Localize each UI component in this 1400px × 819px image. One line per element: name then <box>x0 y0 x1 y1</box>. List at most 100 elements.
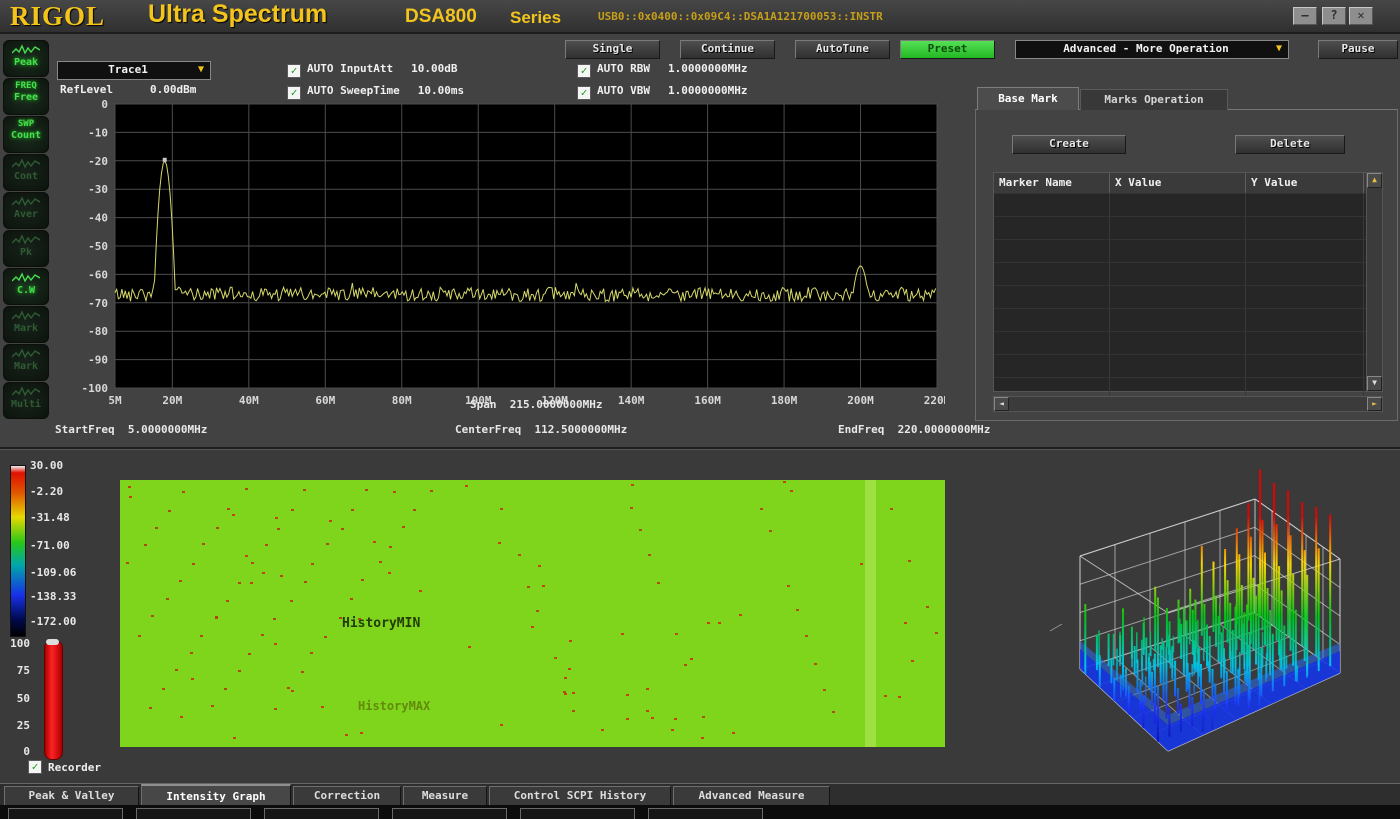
table-cell <box>1110 309 1246 331</box>
tab-marks-operation[interactable]: Marks Operation <box>1080 89 1228 110</box>
usb-resource-string: USB0::0x0400::0x09C4::DSA1A121700053::IN… <box>598 10 883 23</box>
marker-table-vscrollbar[interactable]: ▲ ▼ <box>1366 172 1383 392</box>
close-icon[interactable]: ✕ <box>1349 7 1373 25</box>
bottom-button-4[interactable] <box>520 808 635 819</box>
advanced-operation-dropdown[interactable]: ▼ Advanced - More Operation <box>1015 40 1289 59</box>
scale-label: -71.00 <box>30 539 70 552</box>
pause-button[interactable]: Pause <box>1318 40 1398 59</box>
minimize-icon[interactable]: — <box>1293 7 1317 25</box>
slider-tick-label: 25 <box>6 719 30 732</box>
marker-table: Marker NameX ValueY Value <box>993 172 1367 392</box>
tab-measure[interactable]: Measure <box>403 786 487 807</box>
scroll-down-icon[interactable]: ▼ <box>1367 376 1382 391</box>
table-row[interactable] <box>994 331 1366 354</box>
autotune-button[interactable]: AutoTune <box>795 40 890 59</box>
bottom-button-0[interactable] <box>8 808 123 819</box>
scroll-right-icon[interactable]: ► <box>1367 397 1382 411</box>
scale-label: 30.00 <box>30 459 63 472</box>
svg-text:180M: 180M <box>771 394 798 407</box>
sidebar-item-mark-8[interactable]: Mark <box>3 344 49 381</box>
waveform-icon <box>12 196 40 209</box>
sidebar-item-pk-5[interactable]: Pk <box>3 230 49 267</box>
slider-tick-label: 50 <box>6 692 30 705</box>
sidebar-item-top: FREQ <box>4 81 48 92</box>
bottom-button-row <box>0 805 1400 819</box>
single-button[interactable]: Single <box>565 40 660 59</box>
setting-label: AUTO RBW <box>597 62 650 75</box>
intensity-graph[interactable]: HistoryMINHistoryMAX <box>120 480 945 747</box>
tab-base-mark[interactable]: Base Mark <box>977 87 1079 110</box>
tab-control-scpi-history[interactable]: Control SCPI History <box>489 786 671 807</box>
table-row[interactable] <box>994 262 1366 285</box>
column-header-x-value: X Value <box>1110 173 1246 193</box>
intensity-section: 30.00-2.20-31.48-71.00-109.06-138.33-172… <box>0 447 1400 785</box>
table-cell <box>1246 263 1364 285</box>
table-cell <box>1110 332 1246 354</box>
scroll-up-icon[interactable]: ▲ <box>1367 173 1382 188</box>
trace-select[interactable]: ▼ Trace1 <box>57 61 211 80</box>
marker-table-header: Marker NameX ValueY Value <box>994 173 1366 193</box>
table-cell <box>1246 240 1364 262</box>
waveform-icon <box>12 310 40 323</box>
tab-advanced-measure[interactable]: Advanced Measure <box>673 786 830 807</box>
bottom-button-5[interactable] <box>648 808 763 819</box>
table-cell <box>1110 240 1246 262</box>
svg-text:200M: 200M <box>847 394 874 407</box>
table-cell <box>994 355 1110 377</box>
scale-label: -109.06 <box>30 566 76 579</box>
recorder-label: Recorder <box>48 761 101 774</box>
scale-label: -172.00 <box>30 615 76 628</box>
column-header-marker-name: Marker Name <box>994 173 1110 193</box>
sidebar-item-mark-7[interactable]: Mark <box>3 306 49 343</box>
tab-peak-valley[interactable]: Peak & Valley <box>4 786 139 807</box>
table-row[interactable] <box>994 193 1366 216</box>
table-cell <box>1110 217 1246 239</box>
sidebar-item-aver-4[interactable]: Aver <box>3 192 49 229</box>
start-freq-readout: StartFreq 5.0000000MHz <box>55 423 207 436</box>
bottom-button-2[interactable] <box>264 808 379 819</box>
titlebar: RIGOL Ultra Spectrum DSA800 Series USB0:… <box>0 0 1400 34</box>
table-row[interactable] <box>994 239 1366 262</box>
column-header-y-value: Y Value <box>1246 173 1364 193</box>
setting-value: 10.00dB <box>411 62 457 75</box>
delete-marker-button[interactable]: Delete <box>1235 135 1345 154</box>
table-row[interactable] <box>994 354 1366 377</box>
table-cell <box>994 217 1110 239</box>
table-row[interactable] <box>994 308 1366 331</box>
bottom-button-3[interactable] <box>392 808 507 819</box>
chevron-down-icon: ▼ <box>1276 41 1282 57</box>
sidebar-item-c-w-6[interactable]: C.W <box>3 268 49 305</box>
svg-text:-80: -80 <box>88 325 108 338</box>
table-row[interactable] <box>994 216 1366 239</box>
continue-button[interactable]: Continue <box>680 40 775 59</box>
bottom-button-1[interactable] <box>136 808 251 819</box>
sidebar-item-multi-9[interactable]: Multi <box>3 382 49 419</box>
scroll-left-icon[interactable]: ◄ <box>994 397 1009 411</box>
help-icon[interactable]: ? <box>1322 7 1346 25</box>
recorder-checkbox[interactable]: ✓ <box>28 760 42 774</box>
svg-text:-70: -70 <box>88 297 108 310</box>
auto-rbw-checkbox[interactable]: ✓ <box>577 64 591 78</box>
sidebar-item-label: Count <box>4 130 48 142</box>
sidebar-item-count-2[interactable]: SWPCount <box>3 116 49 153</box>
slider-handle[interactable] <box>46 639 59 645</box>
tab-correction[interactable]: Correction <box>293 786 401 807</box>
waterfall-3d-plot[interactable] <box>1010 461 1400 771</box>
svg-text:-90: -90 <box>88 354 108 367</box>
auto-inputatt-checkbox[interactable]: ✓ <box>287 64 301 78</box>
svg-text:60M: 60M <box>315 394 335 407</box>
sidebar-item-cont-3[interactable]: Cont <box>3 154 49 191</box>
table-cell <box>1246 286 1364 308</box>
preset-button[interactable]: Preset <box>900 40 995 59</box>
setting-value: 1.0000000MHz <box>668 62 747 75</box>
intensity-slider[interactable] <box>44 640 63 760</box>
sidebar-item-label: Multi <box>4 399 48 411</box>
marker-table-hscrollbar[interactable]: ◄ ► <box>993 396 1383 412</box>
sidebar-item-peak-0[interactable]: Peak <box>3 40 49 77</box>
create-marker-button[interactable]: Create <box>1012 135 1126 154</box>
table-cell <box>1246 194 1364 216</box>
svg-text:160M: 160M <box>694 394 721 407</box>
table-row[interactable] <box>994 285 1366 308</box>
sidebar-item-free-1[interactable]: FREQFree <box>3 78 49 115</box>
svg-text:-100: -100 <box>82 382 109 395</box>
